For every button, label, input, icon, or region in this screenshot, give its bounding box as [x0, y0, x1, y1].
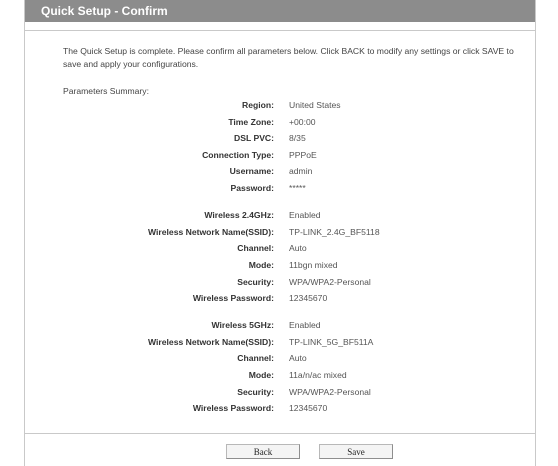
param-value: 8/35	[289, 133, 306, 143]
param-row-connection-type: Connection Type: PPPoE	[25, 150, 535, 166]
param-label: Channel:	[237, 243, 274, 253]
wireless5-row-status: Wireless 5GHz: Enabled	[25, 320, 535, 336]
title-divider	[25, 22, 535, 31]
param-label: Security:	[237, 277, 274, 287]
wireless24-row-security: Security: WPA/WPA2-Personal	[25, 277, 535, 293]
param-label: Time Zone:	[228, 117, 274, 127]
wireless24-row-ssid: Wireless Network Name(SSID): TP-LINK_2.4…	[25, 227, 535, 243]
wireless24-row-password: Wireless Password: 12345670	[25, 293, 535, 309]
param-label: Channel:	[237, 353, 274, 363]
param-label: Wireless Network Name(SSID):	[147, 337, 274, 347]
param-value: United States	[289, 100, 341, 110]
wireless5-row-channel: Channel: Auto	[25, 353, 535, 369]
quick-setup-confirm-panel: Quick Setup - Confirm The Quick Setup is…	[24, 0, 536, 466]
param-value: Enabled	[289, 210, 321, 220]
param-value: 12345670	[289, 293, 328, 303]
intro-text: The Quick Setup is complete. Please conf…	[63, 46, 514, 69]
back-button[interactable]: Back	[226, 444, 300, 459]
param-row-password: Password: *****	[25, 183, 535, 199]
param-label: Wireless 5GHz:	[211, 320, 275, 330]
wireless24-row-mode: Mode: 11bgn mixed	[25, 260, 535, 276]
param-value: Auto	[289, 243, 307, 253]
param-row-time-zone: Time Zone: +00:00	[25, 117, 535, 133]
param-label: Region:	[242, 100, 274, 110]
param-label: Mode:	[248, 370, 274, 380]
wireless5-row-ssid: Wireless Network Name(SSID): TP-LINK_5G_…	[25, 337, 535, 353]
wireless24-row-status: Wireless 2.4GHz: Enabled	[25, 210, 535, 226]
param-value: TP-LINK_5G_BF511A	[289, 337, 374, 347]
param-row-dsl-pvc: DSL PVC: 8/35	[25, 133, 535, 149]
param-value: TP-LINK_2.4G_BF5118	[289, 227, 380, 237]
param-value: +00:00	[289, 117, 316, 127]
footer-divider	[25, 433, 535, 434]
param-row-username: Username: admin	[25, 166, 535, 182]
param-label: Wireless Password:	[192, 403, 274, 413]
param-label: Wireless Network Name(SSID):	[147, 227, 274, 237]
wireless5-row-mode: Mode: 11a/n/ac mixed	[25, 370, 535, 386]
wireless24-row-channel: Channel: Auto	[25, 243, 535, 259]
param-value: WPA/WPA2-Personal	[289, 387, 371, 397]
param-value: 11a/n/ac mixed	[289, 370, 347, 380]
wireless5-row-password: Wireless Password: 12345670	[25, 403, 535, 419]
param-value: 11bgn mixed	[289, 260, 338, 270]
param-value: PPPoE	[289, 150, 317, 160]
param-label: Wireless 2.4GHz:	[204, 210, 274, 220]
page-title: Quick Setup - Confirm	[25, 0, 535, 22]
param-value: Enabled	[289, 320, 321, 330]
param-label: Username:	[229, 166, 274, 176]
param-value: 12345670	[289, 403, 328, 413]
wireless5-row-security: Security: WPA/WPA2-Personal	[25, 387, 535, 403]
param-label: Connection Type:	[202, 150, 274, 160]
param-row-region: Region: United States	[25, 100, 535, 116]
param-value: Auto	[289, 353, 307, 363]
param-value: WPA/WPA2-Personal	[289, 277, 371, 287]
param-label: Password:	[230, 183, 274, 193]
summary-label: Parameters Summary:	[63, 86, 149, 96]
save-button[interactable]: Save	[319, 444, 393, 459]
param-label: DSL PVC:	[234, 133, 274, 143]
param-label: Wireless Password:	[192, 293, 274, 303]
param-value: admin	[289, 166, 313, 176]
param-label: Mode:	[248, 260, 274, 270]
param-label: Security:	[237, 387, 274, 397]
param-value: *****	[289, 183, 306, 193]
